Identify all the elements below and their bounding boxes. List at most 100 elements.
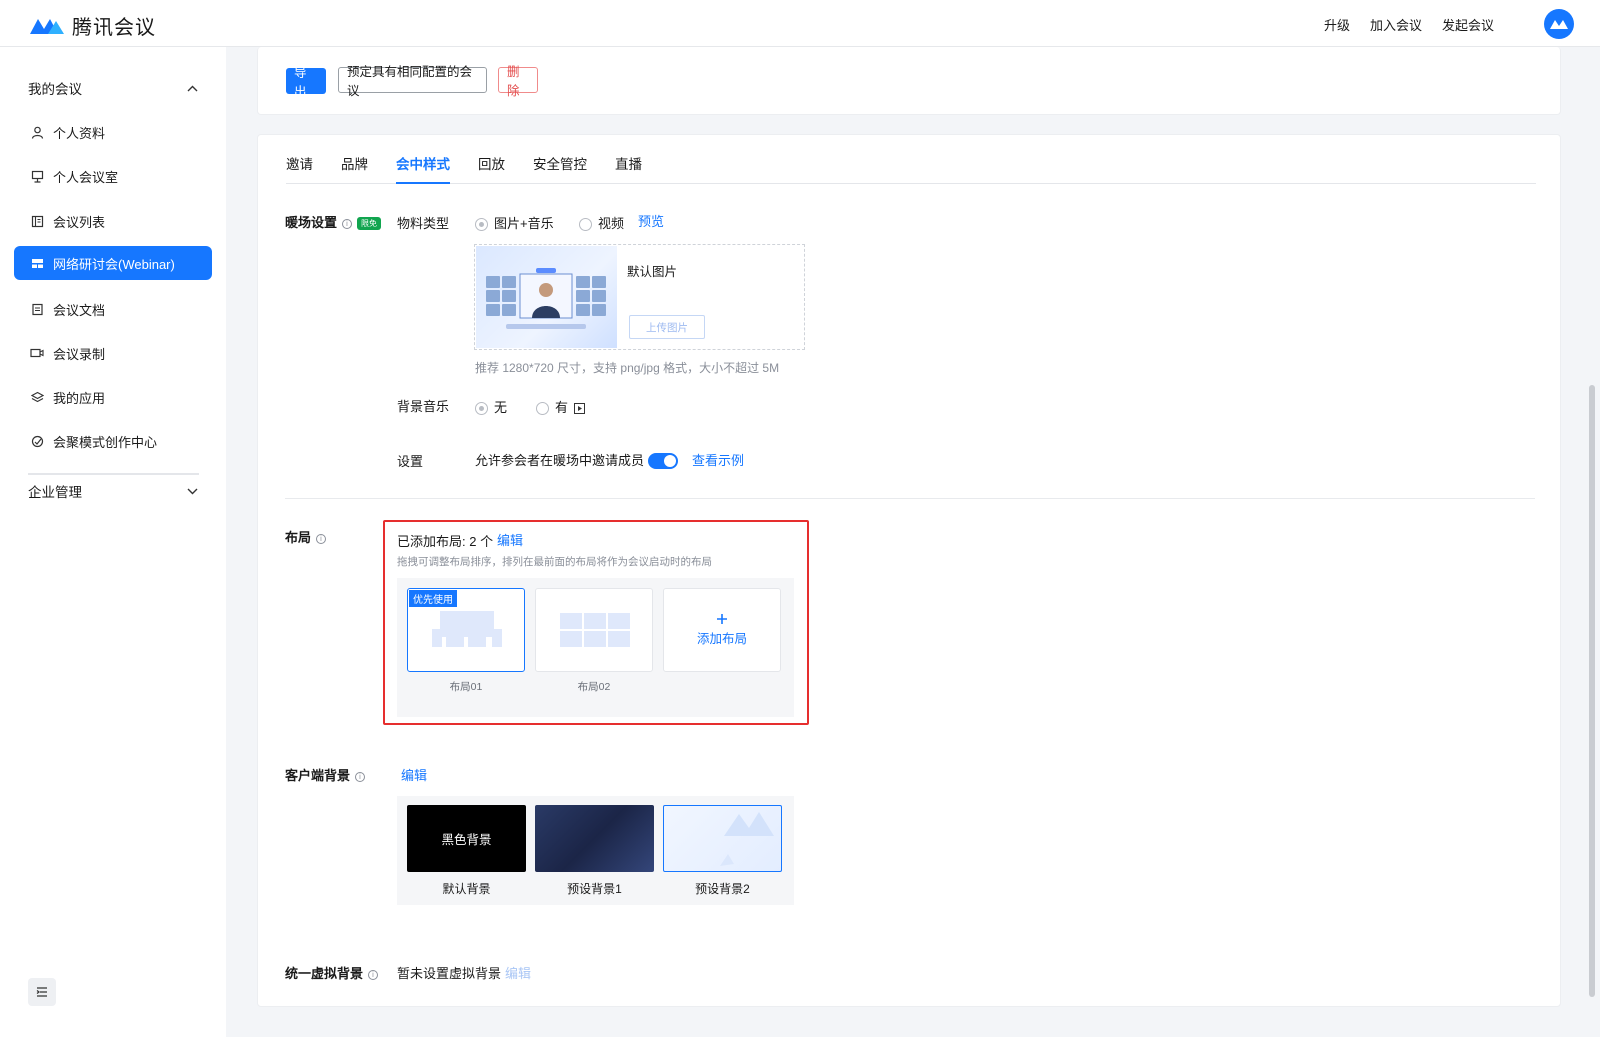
info-icon[interactable]: i [355, 771, 366, 782]
free-tag: 限免 [357, 217, 382, 231]
tab-brand[interactable]: 品牌 [341, 152, 368, 184]
view-example-link[interactable]: 查看示例 [692, 450, 744, 469]
radio-button-checked[interactable] [475, 218, 488, 232]
info-icon[interactable]: i [368, 969, 379, 980]
avatar[interactable] [1544, 9, 1574, 39]
layout-card-01[interactable]: 优先使用 [407, 588, 525, 672]
tab-in-meeting-style[interactable]: 会中样式 [396, 152, 450, 184]
info-icon[interactable]: i [342, 218, 353, 229]
radio-label: 无 [494, 400, 508, 415]
default-image-thumbnail[interactable] [476, 246, 617, 348]
bg-black-card[interactable]: 黑色背景 [407, 805, 526, 872]
layout-name: 布局02 [577, 681, 611, 693]
radio-button[interactable] [579, 218, 592, 232]
allow-invite-label: 允许参会者在暖场中邀请成员 [475, 453, 645, 468]
sidebar-item-label: 会议文档 [53, 302, 106, 318]
client-bg-section-label: 客户端背景 i [285, 765, 366, 784]
radio-music-yes[interactable]: 有 [536, 397, 585, 416]
radio-image-music[interactable]: 图片+音乐 [475, 213, 554, 232]
bg-preset-1-card[interactable] [535, 805, 654, 872]
tab-security[interactable]: 安全管控 [533, 152, 587, 184]
radio-label: 视频 [598, 216, 625, 231]
layout-grid-block [608, 613, 630, 629]
creative-center-icon [30, 434, 44, 448]
virtual-bg-edit-link[interactable]: 编辑 [505, 963, 531, 982]
sidebar-item-documents[interactable]: 会议文档 [14, 292, 212, 326]
tab-invite[interactable]: 邀请 [286, 152, 313, 184]
schedule-same-config-button[interactable]: 预定具有相同配置的会议 [338, 65, 487, 98]
radio-video[interactable]: 视频 [579, 213, 624, 232]
bg-name: 预设背景2 [695, 882, 750, 896]
layout-main-block [440, 611, 494, 637]
layout-section-label: 布局 i [285, 527, 327, 546]
record-icon [30, 346, 44, 360]
client-bg-label: 客户端背景 [285, 768, 351, 783]
priority-badge: 优先使用 [409, 590, 457, 607]
top-nav: 升级 加入会议 发起会议 [1324, 15, 1494, 34]
sidebar-item-creative-center[interactable]: 会聚模式创作中心 [14, 424, 212, 458]
page-scrollbar[interactable] [1589, 385, 1595, 997]
start-meeting-link[interactable]: 发起会议 [1442, 15, 1494, 34]
add-layout-button[interactable]: 添加布局 [663, 588, 781, 672]
collapse-sidebar-button[interactable] [28, 978, 56, 1006]
layout-grid-block [584, 613, 606, 629]
top-bar: 腾讯会议 升级 加入会议 发起会议 [0, 0, 1600, 47]
app-logo[interactable]: 腾讯会议 [28, 11, 156, 40]
bg-preset-2-card[interactable] [663, 805, 782, 872]
play-icon[interactable] [573, 403, 585, 415]
tencent-meeting-logo-icon [30, 18, 64, 34]
sidebar-item-label: 会聚模式创作中心 [53, 434, 158, 450]
avatar-logo-icon [1550, 20, 1568, 29]
meeting-room-icon [30, 169, 44, 183]
tab-playback[interactable]: 回放 [478, 152, 505, 184]
layout-side-block [492, 629, 502, 647]
material-type-label: 物料类型 [397, 216, 450, 231]
layout-card-02[interactable] [535, 588, 653, 672]
info-icon[interactable]: i [316, 533, 327, 544]
user-icon [30, 125, 44, 139]
sidebar: 我的会议 个人资料 个人会议室 会议列表 网络研讨会(Webinar) 会议文档… [0, 47, 226, 1037]
chevron-down-icon [187, 488, 198, 494]
sidebar-item-webinar[interactable]: 网络研讨会(Webinar) [14, 246, 212, 280]
sidebar-item-apps[interactable]: 我的应用 [14, 380, 212, 414]
sidebar-item-label: 网络研讨会(Webinar) [53, 256, 175, 272]
layout-grid-block [560, 631, 582, 647]
sidebar-item-label: 我的应用 [53, 390, 106, 406]
sidebar-group-label: 我的会议 [28, 82, 82, 97]
warmup-image-box: 默认图片 上传图片 [474, 244, 805, 350]
client-bg-edit-link[interactable]: 编辑 [401, 765, 427, 784]
join-meeting-link[interactable]: 加入会议 [1370, 15, 1422, 34]
sidebar-group-my-meetings[interactable]: 我的会议 [28, 78, 198, 98]
client-bg-panel: 黑色背景 默认背景 预设背景1 预设背景2 [397, 796, 794, 905]
app-title: 腾讯会议 [72, 17, 156, 39]
sidebar-item-label: 会议录制 [53, 346, 106, 362]
section-divider [285, 498, 1535, 499]
bg-name: 预设背景1 [567, 882, 622, 896]
settings-label: 设置 [397, 454, 424, 469]
preview-link[interactable]: 预览 [638, 211, 664, 230]
radio-music-none[interactable]: 无 [475, 397, 507, 416]
tab-livestream[interactable]: 直播 [615, 152, 642, 184]
sidebar-item-profile[interactable]: 个人资料 [14, 115, 212, 149]
radio-button-checked[interactable] [475, 402, 488, 416]
sidebar-item-label: 个人资料 [53, 125, 106, 141]
virtual-bg-label: 统一虚拟背景 [285, 966, 364, 981]
webinar-icon [30, 256, 44, 270]
radio-button[interactable] [536, 402, 549, 416]
delete-button[interactable]: 删除 [498, 65, 538, 98]
sidebar-item-meeting-list[interactable]: 会议列表 [14, 204, 212, 238]
list-icon [30, 214, 44, 228]
apps-icon [30, 390, 44, 404]
allow-invite-toggle[interactable] [648, 452, 678, 469]
export-button[interactable]: 导出 [286, 66, 326, 99]
layout-edit-link[interactable]: 编辑 [497, 530, 523, 549]
upload-image-button[interactable]: 上传图片 [629, 315, 705, 339]
warmup-label: 暖场设置 [285, 215, 338, 230]
toggle-switch[interactable] [648, 452, 678, 469]
layout-side-block [432, 629, 442, 647]
sidebar-item-personal-room[interactable]: 个人会议室 [14, 159, 212, 193]
upgrade-link[interactable]: 升级 [1324, 15, 1350, 34]
sidebar-group-enterprise[interactable]: 企业管理 [28, 481, 198, 501]
layout-small-block [468, 637, 486, 647]
sidebar-item-recording[interactable]: 会议录制 [14, 336, 212, 370]
